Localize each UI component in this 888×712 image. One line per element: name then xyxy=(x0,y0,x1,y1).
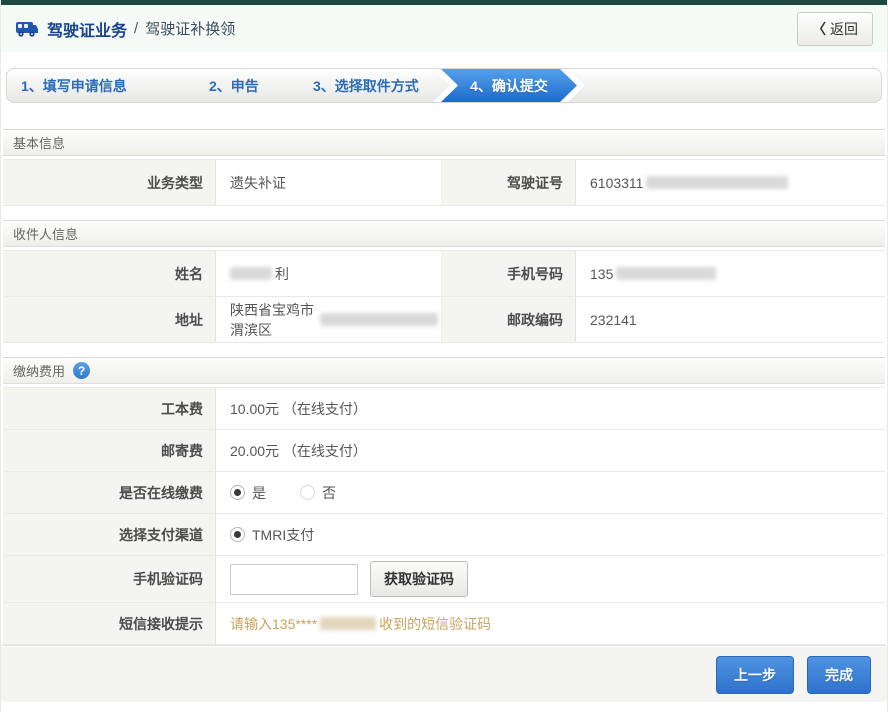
truck-icon xyxy=(16,21,38,37)
table-row: 地址 陕西省宝鸡市渭滨区 邮政编码 232141 xyxy=(3,296,885,343)
previous-step-button[interactable]: 上一步 xyxy=(716,655,794,694)
redacted-blur xyxy=(616,267,717,280)
name-value: 利 xyxy=(216,251,442,296)
table-row: 手机验证码 获取验证码 xyxy=(3,555,885,603)
back-button-label: 返回 xyxy=(830,20,858,37)
step-3-pickup-method: 3、选择取件方式 xyxy=(313,77,419,94)
radio-yes-selected[interactable] xyxy=(230,485,245,500)
zip-code-value: 232141 xyxy=(576,297,885,342)
redacted-blur xyxy=(320,313,438,326)
phone-value: 135 xyxy=(576,251,885,296)
address-value: 陕西省宝鸡市渭滨区 xyxy=(216,297,442,342)
page-title: 驾驶证业务 xyxy=(47,22,128,40)
section-title-recipient: 收件人信息 xyxy=(13,227,79,242)
address-label: 地址 xyxy=(3,297,216,342)
form-content: 基本信息 业务类型 遗失补证 驾驶证号 6103311 收件人信息 姓名 利 手… xyxy=(1,103,887,645)
sms-code-label: 手机验证码 xyxy=(3,556,216,602)
step-navigation: 1、填写申请信息 2、申告 3、选择取件方式 4、确认提交 xyxy=(6,68,882,103)
radio-tmri-selected[interactable] xyxy=(230,527,245,542)
radio-no-label[interactable]: 否 xyxy=(322,483,336,503)
footer-actions: 上一步 完成 xyxy=(1,647,887,702)
section-header-basic-info: 基本信息 xyxy=(3,129,885,156)
license-number-value: 6103311 xyxy=(576,160,885,205)
table-row: 业务类型 遗失补证 驾驶证号 6103311 xyxy=(3,159,885,206)
business-type-label: 业务类型 xyxy=(3,160,216,205)
table-row: 姓名 利 手机号码 135 xyxy=(3,250,885,297)
step-2-declare: 2、申告 xyxy=(209,77,259,94)
radio-tmri-label[interactable]: TMRI支付 xyxy=(252,525,314,545)
name-label: 姓名 xyxy=(3,251,216,296)
redacted-blur xyxy=(646,176,789,189)
back-chevron-icon: 〈 xyxy=(812,20,826,37)
table-row: 是否在线缴费 是 否 xyxy=(3,471,885,514)
phone-label: 手机号码 xyxy=(442,251,576,296)
sms-hint-text: 请输入135**** 收到的短信验证码 xyxy=(216,603,885,644)
header: 驾驶证业务 / 驾驶证补换领 〈返回 xyxy=(1,5,887,52)
redacted-blur xyxy=(320,617,377,630)
radio-yes-label[interactable]: 是 xyxy=(252,483,266,503)
table-row: 工本费 10.00元 （在线支付） xyxy=(3,387,885,430)
sms-code-input[interactable] xyxy=(230,563,358,595)
breadcrumb-separator: / xyxy=(134,20,139,37)
driver-license-page: 驾驶证业务 / 驾驶证补换领 〈返回 1、填写申请信息 2、申告 3、选择取件方… xyxy=(0,0,888,712)
pay-channel-label: 选择支付渠道 xyxy=(3,514,216,555)
zip-code-label: 邮政编码 xyxy=(442,297,576,342)
production-fee-label: 工本费 xyxy=(3,388,216,429)
step-4-confirm-submit: 4、确认提交 xyxy=(441,69,577,102)
stepbar-wrap: 1、填写申请信息 2、申告 3、选择取件方式 4、确认提交 xyxy=(1,52,887,103)
back-button[interactable]: 〈返回 xyxy=(797,11,873,46)
postage-fee-value: 20.00元 （在线支付） xyxy=(216,430,885,471)
online-pay-label: 是否在线缴费 xyxy=(3,472,216,513)
production-fee-value: 10.00元 （在线支付） xyxy=(216,388,885,429)
step-4-confirm-submit-wrap: 4、确认提交 xyxy=(441,69,577,102)
section-header-recipient-info: 收件人信息 xyxy=(3,220,885,247)
online-pay-options: 是 否 xyxy=(216,472,885,513)
breadcrumb-current: 驾驶证补换领 xyxy=(145,21,236,38)
radio-no-unselected[interactable] xyxy=(300,485,315,500)
table-row: 短信接收提示 请输入135**** 收到的短信验证码 xyxy=(3,602,885,645)
section-title-basic: 基本信息 xyxy=(13,136,66,151)
business-type-value: 遗失补证 xyxy=(216,160,442,205)
get-sms-code-button[interactable]: 获取验证码 xyxy=(370,561,468,597)
postage-fee-label: 邮寄费 xyxy=(3,430,216,471)
finish-button[interactable]: 完成 xyxy=(807,655,871,694)
section-title-payment: 缴纳费用 xyxy=(13,364,66,379)
table-row: 邮寄费 20.00元 （在线支付） xyxy=(3,429,885,472)
pay-channel-options: TMRI支付 xyxy=(216,514,885,555)
sms-hint-label: 短信接收提示 xyxy=(3,603,216,644)
section-header-payment: 缴纳费用 ? xyxy=(3,357,885,384)
help-icon[interactable]: ? xyxy=(73,362,91,379)
redacted-blur xyxy=(230,267,272,280)
license-number-label: 驾驶证号 xyxy=(442,160,576,205)
table-row: 选择支付渠道 TMRI支付 xyxy=(3,513,885,556)
sms-code-field-group: 获取验证码 xyxy=(216,556,885,602)
step-1-fill-application: 1、填写申请信息 xyxy=(21,77,127,94)
